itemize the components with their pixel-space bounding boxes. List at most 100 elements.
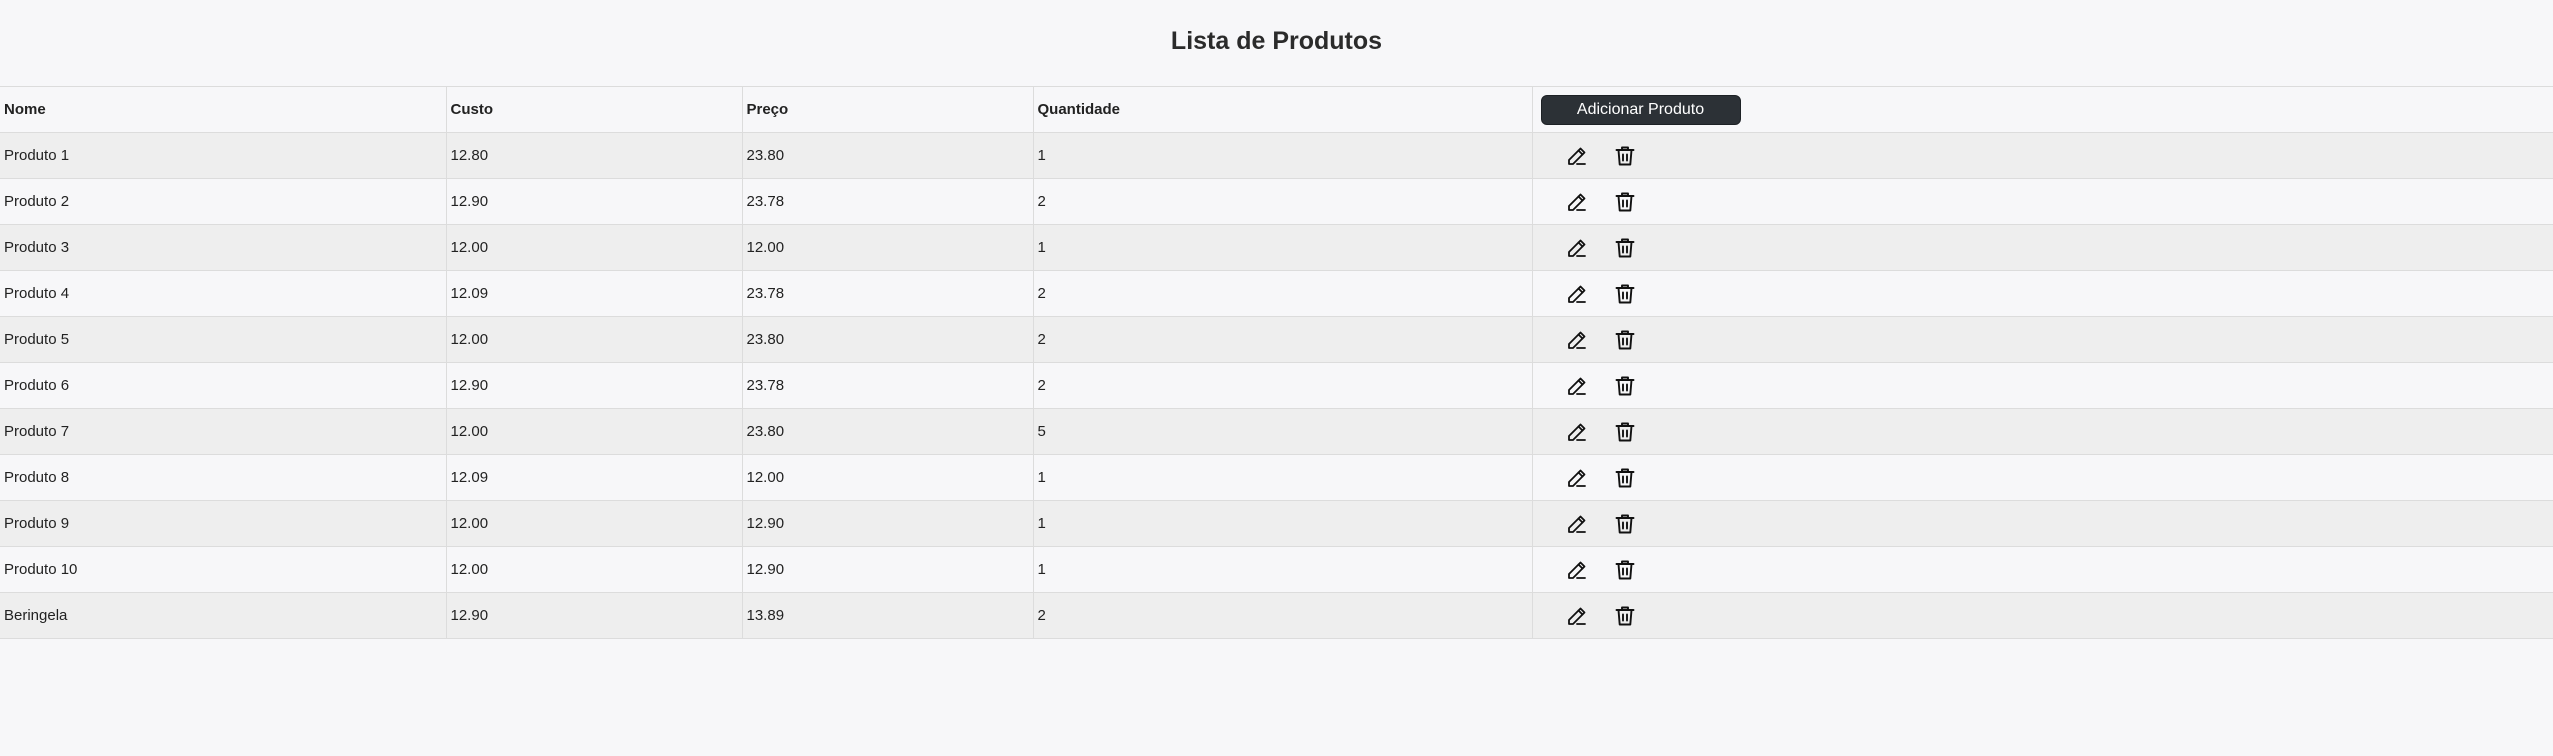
column-header-custo: Custo bbox=[446, 86, 743, 133]
cell-preco: 12.00 bbox=[742, 454, 1034, 501]
cell-quantidade: 2 bbox=[1033, 362, 1533, 409]
cell-quantidade: 1 bbox=[1033, 224, 1533, 271]
delete-button[interactable] bbox=[1611, 602, 1639, 630]
pencil-icon bbox=[1567, 147, 1586, 165]
cell-quantidade: 2 bbox=[1033, 178, 1533, 225]
products-table: Nome Custo Preço Quantidade Adicionar Pr… bbox=[0, 86, 2553, 639]
trash-icon bbox=[1615, 422, 1635, 441]
cell-custo: 12.90 bbox=[446, 178, 743, 225]
cell-quantidade: 1 bbox=[1033, 546, 1533, 593]
edit-button[interactable] bbox=[1563, 556, 1591, 584]
cell-actions bbox=[1532, 270, 2553, 317]
edit-button[interactable] bbox=[1563, 280, 1591, 308]
cell-custo: 12.00 bbox=[446, 500, 743, 547]
add-product-button[interactable]: Adicionar Produto bbox=[1540, 94, 1741, 125]
cell-quantidade: 1 bbox=[1033, 500, 1533, 547]
cell-preco: 13.89 bbox=[742, 592, 1034, 639]
cell-nome: Produto 4 bbox=[0, 270, 447, 317]
cell-actions bbox=[1532, 224, 2553, 271]
edit-button[interactable] bbox=[1563, 326, 1591, 354]
cell-actions bbox=[1532, 546, 2553, 593]
page-header: Lista de Produtos bbox=[0, 0, 2553, 86]
trash-icon bbox=[1615, 468, 1635, 487]
cell-preco: 12.00 bbox=[742, 224, 1034, 271]
pencil-icon bbox=[1567, 285, 1586, 303]
pencil-icon bbox=[1567, 239, 1586, 257]
header-row: Nome Custo Preço Quantidade Adicionar Pr… bbox=[0, 86, 2553, 133]
delete-button[interactable] bbox=[1611, 234, 1639, 262]
pencil-icon bbox=[1567, 469, 1586, 487]
cell-custo: 12.00 bbox=[446, 224, 743, 271]
delete-button[interactable] bbox=[1611, 372, 1639, 400]
cell-actions bbox=[1532, 592, 2553, 639]
trash-icon bbox=[1615, 606, 1635, 625]
cell-nome: Produto 9 bbox=[0, 500, 447, 547]
trash-icon bbox=[1615, 192, 1635, 211]
edit-button[interactable] bbox=[1563, 372, 1591, 400]
cell-custo: 12.00 bbox=[446, 546, 743, 593]
delete-button[interactable] bbox=[1611, 510, 1639, 538]
cell-actions bbox=[1532, 132, 2553, 179]
table-header: Nome Custo Preço Quantidade Adicionar Pr… bbox=[0, 86, 2553, 133]
table-row: Beringela 12.90 13.89 2 bbox=[0, 592, 2553, 639]
table-body: Produto 1 12.80 23.80 1 Produto 2 12.90 … bbox=[0, 132, 2553, 639]
trash-icon bbox=[1615, 560, 1635, 579]
trash-icon bbox=[1615, 376, 1635, 395]
page-title: Lista de Produtos bbox=[1170, 26, 1383, 55]
table-row: Produto 5 12.00 23.80 2 bbox=[0, 316, 2553, 363]
cell-preco: 23.80 bbox=[742, 316, 1034, 363]
column-header-actions: Adicionar Produto bbox=[1532, 86, 2553, 133]
pencil-icon bbox=[1567, 515, 1586, 533]
cell-quantidade: 1 bbox=[1033, 454, 1533, 501]
table-row: Produto 8 12.09 12.00 1 bbox=[0, 454, 2553, 501]
pencil-icon bbox=[1567, 193, 1586, 211]
edit-button[interactable] bbox=[1563, 510, 1591, 538]
table-row: Produto 10 12.00 12.90 1 bbox=[0, 546, 2553, 593]
delete-button[interactable] bbox=[1611, 326, 1639, 354]
cell-quantidade: 5 bbox=[1033, 408, 1533, 455]
trash-icon bbox=[1615, 284, 1635, 303]
delete-button[interactable] bbox=[1611, 418, 1639, 446]
cell-nome: Produto 6 bbox=[0, 362, 447, 409]
pencil-icon bbox=[1567, 607, 1586, 625]
cell-nome: Beringela bbox=[0, 592, 447, 639]
pencil-icon bbox=[1567, 423, 1586, 441]
cell-actions bbox=[1532, 316, 2553, 363]
cell-preco: 23.78 bbox=[742, 178, 1034, 225]
trash-icon bbox=[1615, 238, 1635, 257]
cell-preco: 23.78 bbox=[742, 270, 1034, 317]
cell-quantidade: 2 bbox=[1033, 316, 1533, 363]
edit-button[interactable] bbox=[1563, 188, 1591, 216]
cell-custo: 12.80 bbox=[446, 132, 743, 179]
cell-custo: 12.00 bbox=[446, 316, 743, 363]
cell-nome: Produto 7 bbox=[0, 408, 447, 455]
trash-icon bbox=[1615, 146, 1635, 165]
cell-preco: 23.80 bbox=[742, 132, 1034, 179]
cell-nome: Produto 5 bbox=[0, 316, 447, 363]
table-row: Produto 2 12.90 23.78 2 bbox=[0, 178, 2553, 225]
edit-button[interactable] bbox=[1563, 418, 1591, 446]
cell-quantidade: 1 bbox=[1033, 132, 1533, 179]
trash-icon bbox=[1615, 514, 1635, 533]
column-header-nome: Nome bbox=[0, 86, 447, 133]
table-row: Produto 4 12.09 23.78 2 bbox=[0, 270, 2553, 317]
cell-nome: Produto 3 bbox=[0, 224, 447, 271]
delete-button[interactable] bbox=[1611, 188, 1639, 216]
delete-button[interactable] bbox=[1611, 464, 1639, 492]
edit-button[interactable] bbox=[1563, 234, 1591, 262]
pencil-icon bbox=[1567, 561, 1586, 579]
delete-button[interactable] bbox=[1611, 280, 1639, 308]
cell-nome: Produto 8 bbox=[0, 454, 447, 501]
column-header-quantidade: Quantidade bbox=[1033, 86, 1533, 133]
delete-button[interactable] bbox=[1611, 142, 1639, 170]
delete-button[interactable] bbox=[1611, 556, 1639, 584]
edit-button[interactable] bbox=[1563, 464, 1591, 492]
cell-actions bbox=[1532, 178, 2553, 225]
cell-custo: 12.90 bbox=[446, 362, 743, 409]
cell-actions bbox=[1532, 500, 2553, 547]
edit-button[interactable] bbox=[1563, 602, 1591, 630]
table-row: Produto 1 12.80 23.80 1 bbox=[0, 132, 2553, 179]
cell-custo: 12.00 bbox=[446, 408, 743, 455]
edit-button[interactable] bbox=[1563, 142, 1591, 170]
table-row: Produto 3 12.00 12.00 1 bbox=[0, 224, 2553, 271]
